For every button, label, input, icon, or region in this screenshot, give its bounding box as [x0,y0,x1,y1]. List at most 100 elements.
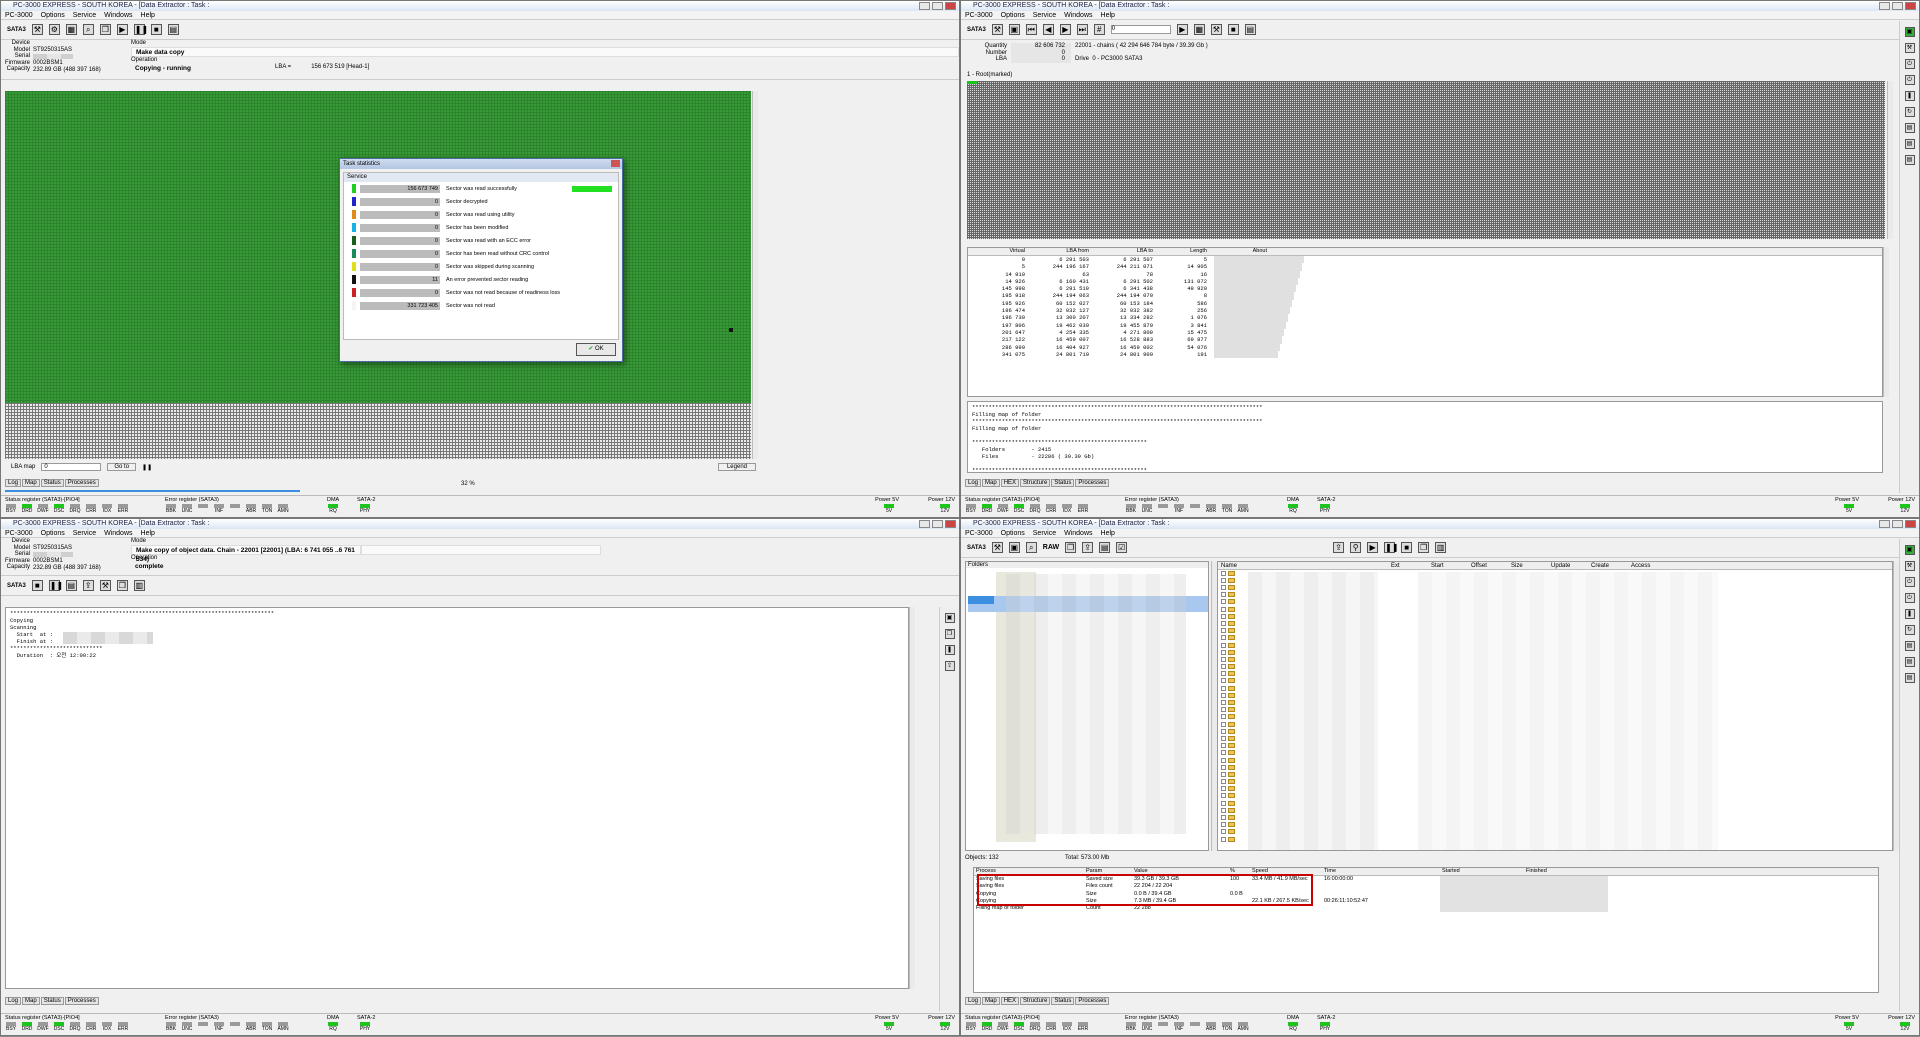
file-checkbox[interactable] [1221,750,1226,756]
tab-processes[interactable]: Processes [64,997,99,1005]
column-header[interactable]: LBA to [1092,248,1156,255]
pause-icon[interactable]: ❚ [1904,609,1915,619]
menu-pc3000[interactable]: PC-3000 [965,11,993,19]
tools-icon[interactable]: ⚒ [99,580,111,591]
file-checkbox[interactable] [1221,685,1226,691]
column-header[interactable]: Start [1428,562,1468,569]
file-checkbox[interactable] [1221,692,1226,698]
column-header[interactable]: Ext [1388,562,1428,569]
sata-port-icon[interactable]: SATA3 [967,545,986,551]
file-checkbox[interactable] [1221,649,1226,655]
close-button[interactable] [1905,520,1916,528]
legend-button[interactable]: Legend [717,463,756,471]
map-icon[interactable]: ▦ [1193,24,1205,35]
tab-processes[interactable]: Processes [64,479,99,487]
file-checkbox[interactable] [1221,822,1226,828]
tab-status[interactable]: Status [1051,479,1075,487]
table-row[interactable]: 286 999 16 404 927 16 459 002 54 076 [968,343,1882,351]
column-header[interactable]: LBA from [1028,248,1092,255]
table-scrollbar[interactable] [1883,247,1889,397]
column-header[interactable]: About [1210,248,1270,255]
column-header[interactable]: Size [1508,562,1548,569]
tab-processes[interactable]: Processes [1075,479,1110,487]
file-checkbox[interactable] [1221,656,1226,662]
tab-hex[interactable]: HEX [1000,997,1020,1005]
menu-windows[interactable]: Windows [104,529,132,537]
table-row[interactable]: 197 806 19 462 039 19 455 879 3 841 [968,321,1882,329]
file-checkbox[interactable] [1221,793,1226,799]
menu-options[interactable]: Options [1001,11,1025,19]
pause-icon[interactable]: ❚ [1904,91,1915,101]
table-row[interactable]: 195 918 244 194 063 244 194 070 8 [968,292,1882,300]
next-icon[interactable]: ▶ [1059,24,1071,35]
file-checkbox[interactable] [1221,786,1226,792]
menu-options[interactable]: Options [41,11,65,19]
tab-map[interactable]: Map [22,997,40,1005]
table-row[interactable]: 217 122 16 459 007 16 528 883 69 877 [968,336,1882,344]
file-checkbox[interactable] [1221,585,1226,591]
power-icon[interactable]: ⏻ [1904,577,1915,587]
tools-icon[interactable]: ⚒ [1904,561,1915,571]
position-input[interactable]: 0 [1110,25,1171,34]
sata-port-icon[interactable]: SATA3 [7,583,26,589]
menu-help[interactable]: Help [141,11,155,19]
maximize-button[interactable] [932,520,943,528]
menu-service[interactable]: Service [73,11,96,19]
last-icon[interactable]: ⏭ [1076,24,1088,35]
maximize-button[interactable] [932,2,943,10]
column-header[interactable]: Name [1218,562,1388,569]
table-row[interactable]: 196 730 13 300 207 13 334 282 1 076 [968,314,1882,322]
first-icon[interactable]: ⏮ [1025,24,1037,35]
file-checkbox[interactable] [1221,707,1226,713]
bicycle-icon[interactable]: ⚲ [1350,542,1362,553]
reset-icon[interactable]: ↻ [1904,107,1915,117]
chip-icon[interactable]: ▤ [1904,641,1915,651]
play-icon[interactable]: ▶ [116,24,128,35]
search-icon[interactable]: ⌕ [1025,542,1037,553]
menu-service[interactable]: Service [1033,11,1056,19]
minimize-button[interactable] [1879,520,1890,528]
menu-pc3000[interactable]: PC-3000 [5,529,33,537]
chip-icon[interactable]: ▤ [1904,155,1915,165]
table-row[interactable]: 5 244 196 167 244 211 071 14 905 [968,263,1882,271]
chip-icon[interactable]: ▤ [1904,123,1915,133]
column-header[interactable]: Time [1322,868,1440,875]
file-checkbox[interactable] [1221,577,1226,583]
file-checkbox[interactable] [1221,728,1226,734]
log-scrollbar[interactable] [909,607,915,989]
play-icon[interactable]: ▶ [1176,24,1188,35]
column-header[interactable]: Create [1588,562,1628,569]
title-bar[interactable]: PC-3000 EXPRESS - SOUTH KOREA - [Data Ex… [1,519,959,529]
prev-icon[interactable]: ◀ [1042,24,1054,35]
power-icon[interactable]: ⏻ [1904,75,1915,85]
file-checkbox[interactable] [1221,714,1226,720]
tools-icon[interactable]: ⚒ [31,24,43,35]
folder-tree[interactable]: Folders [965,561,1209,851]
stats-icon[interactable]: ▤ [1099,542,1111,553]
chip-icon[interactable]: ▤ [1904,673,1915,683]
port-icon[interactable]: ▣ [1904,545,1915,555]
table-row[interactable]: 201 647 4 254 335 4 271 809 15 475 [968,328,1882,337]
tab-structure[interactable]: Structure [1020,479,1051,487]
ok-button[interactable]: ✔ OK [576,343,616,356]
menu-windows[interactable]: Windows [1064,11,1092,19]
log-icon[interactable]: ▤ [65,580,77,591]
reset-icon[interactable]: ↻ [1904,625,1915,635]
goto-button[interactable]: Go to [107,463,137,471]
file-checkbox[interactable] [1221,592,1226,598]
process-row[interactable]: Filling map of folder Count 22 288 [974,905,1878,913]
file-checkbox[interactable] [1221,635,1226,641]
copy-icon[interactable]: ❐ [1418,542,1430,553]
file-checkbox[interactable] [1221,678,1226,684]
stats-icon[interactable]: ▥ [133,580,145,591]
tab-log[interactable]: Log [965,479,982,487]
grid-icon[interactable]: # [1093,24,1105,35]
sector-map-unread[interactable] [5,403,751,459]
copy-icon[interactable]: ❐ [944,629,955,639]
column-header[interactable]: Finished [1524,868,1608,875]
tab-log[interactable]: Log [5,997,22,1005]
file-checkbox[interactable] [1221,642,1226,648]
table-row[interactable]: 196 474 32 032 127 32 032 382 256 [968,307,1882,315]
pause-icon[interactable]: ❚❚ [142,464,152,471]
export-icon[interactable]: ⇪ [1333,542,1345,553]
